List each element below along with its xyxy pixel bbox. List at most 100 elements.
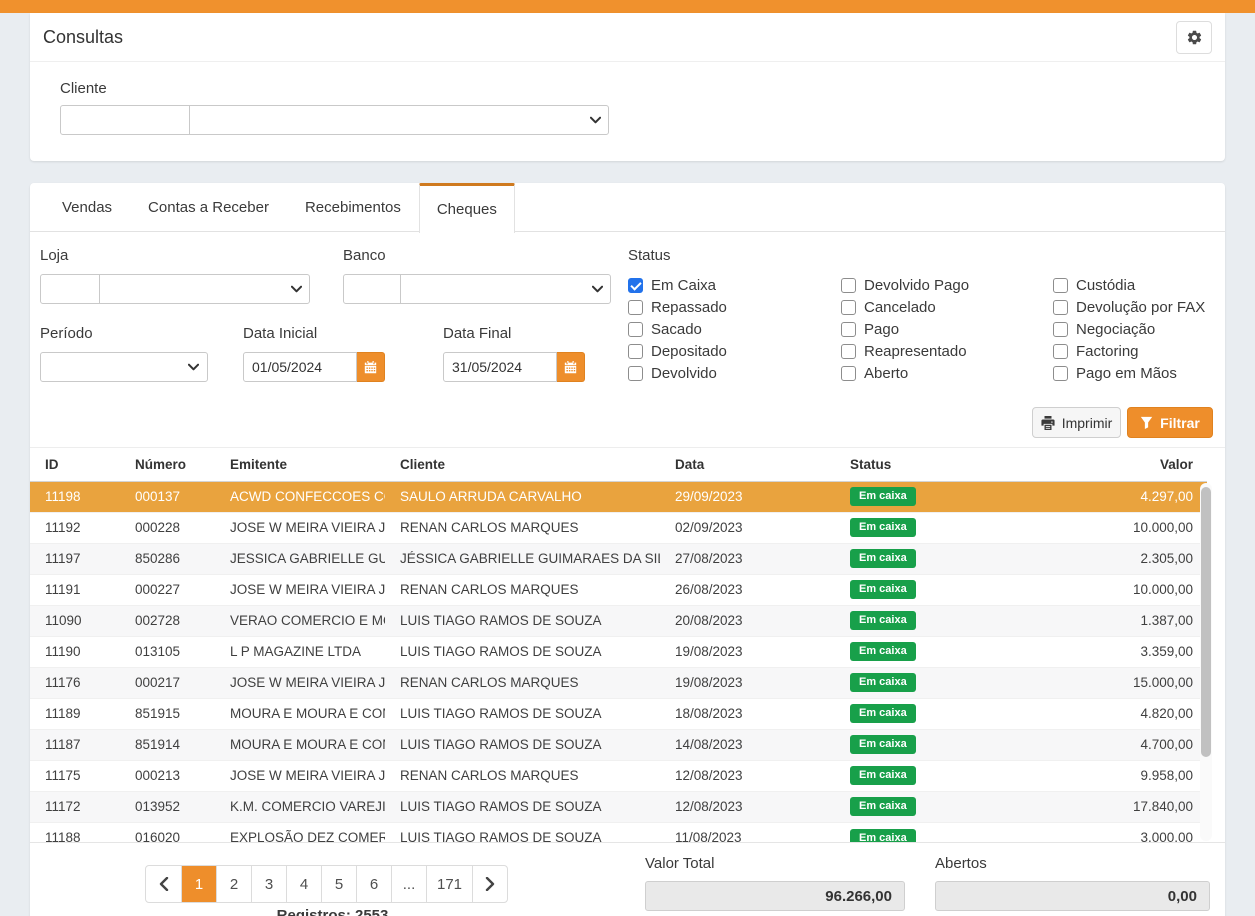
cliente-select[interactable]	[189, 105, 609, 135]
table-row[interactable]: 11175000213JOSE W MEIRA VIEIRA JUNIORREN…	[30, 760, 1207, 791]
cliente-code-input[interactable]	[60, 105, 190, 135]
gear-icon	[1186, 29, 1203, 46]
status-option-devolvido[interactable]: Devolvido	[628, 362, 841, 384]
checkbox-checked-icon[interactable]	[628, 278, 643, 293]
cell-valor: 17.840,00	[965, 791, 1207, 822]
pagination-page-3[interactable]: 3	[251, 866, 286, 902]
settings-button[interactable]	[1176, 21, 1212, 54]
status-badge: Em caixa	[850, 487, 916, 505]
status-option-repassado[interactable]: Repassado	[628, 296, 841, 318]
checkbox-icon[interactable]	[1053, 322, 1068, 337]
tab-label: Recebimentos	[305, 199, 401, 216]
loja-select[interactable]	[99, 274, 310, 304]
table-row[interactable]: 11189851915MOURA E MOURA E COM VA…LUIS T…	[30, 698, 1207, 729]
data-final-label: Data Final	[443, 325, 511, 342]
tab-cheques[interactable]: Cheques	[419, 183, 515, 233]
checkbox-icon[interactable]	[841, 366, 856, 381]
status-option-label: Devolvido Pago	[864, 277, 969, 294]
status-badge: Em caixa	[850, 704, 916, 722]
cell-emitente: MOURA E MOURA E COM VA…	[215, 698, 385, 729]
checkbox-icon[interactable]	[1053, 300, 1068, 315]
filtrar-button[interactable]: Filtrar	[1127, 407, 1213, 438]
abertos-value: 0,00	[935, 881, 1210, 911]
tab-bar: VendasContas a Receber Recebimentos Cheque…	[30, 183, 1225, 232]
main-panel: VendasContas a Receber Recebimentos Cheque…	[30, 183, 1225, 916]
cell-data: 02/09/2023	[660, 512, 835, 543]
data-final-calendar-button[interactable]	[557, 352, 585, 382]
pagination-page-5[interactable]: 5	[321, 866, 356, 902]
status-option-negociacao[interactable]: Negociação	[1053, 318, 1243, 340]
status-option-custodia[interactable]: Custódia	[1053, 274, 1243, 296]
status-option-devolvido-pago[interactable]: Devolvido Pago	[841, 274, 1053, 296]
table-row[interactable]: 11190013105L P MAGAZINE LTDALUIS TIAGO R…	[30, 636, 1207, 667]
pagination-prev-button[interactable]	[146, 866, 181, 902]
table-row[interactable]: 11187851914MOURA E MOURA E COM VA…LUIS T…	[30, 729, 1207, 760]
status-option-devolucao-por-fax[interactable]: Devolução por FAX	[1053, 296, 1243, 318]
table-row[interactable]: 11172013952K.M. COMERCIO VAREJISTA …LUIS…	[30, 791, 1207, 822]
top-accent-bar	[0, 0, 1255, 13]
table-row[interactable]: 11197850286JESSICA GABRIELLE GUIMA…JÉSSI…	[30, 543, 1207, 574]
status-option-sacado[interactable]: Sacado	[628, 318, 841, 340]
status-option-pago[interactable]: Pago	[841, 318, 1053, 340]
checkbox-icon[interactable]	[628, 366, 643, 381]
pagination-page-6[interactable]: 6	[356, 866, 391, 902]
cell-id: 11175	[30, 760, 120, 791]
pagination-page-1[interactable]: 1	[181, 866, 216, 902]
page-number: 5	[335, 876, 343, 893]
checkbox-icon[interactable]	[628, 322, 643, 337]
status-option-label: Pago em Mãos	[1076, 365, 1177, 382]
table-row[interactable]: 11188016020EXPLOSÃO DEZ COMERCIO…LUIS TI…	[30, 822, 1207, 842]
checkbox-icon[interactable]	[1053, 344, 1068, 359]
cell-valor: 9.958,00	[965, 760, 1207, 791]
data-inicial-input[interactable]	[243, 352, 357, 382]
tab-recebimentos[interactable]: Recebimentos	[287, 183, 419, 231]
pagination-next-button[interactable]	[472, 866, 507, 902]
table-scrollbar-track[interactable]	[1200, 483, 1212, 841]
data-final-input[interactable]	[443, 352, 557, 382]
table-row[interactable]: 11191000227JOSE W MEIRA VIEIRA JUNIORREN…	[30, 574, 1207, 605]
tab-contas-a-receber[interactable]: Contas a Receber	[130, 183, 287, 231]
registros-count: Registros: 2553	[145, 907, 520, 916]
checkbox-icon[interactable]	[628, 300, 643, 315]
table-row[interactable]: 11176000217JOSE W MEIRA VIEIRA JUNIORREN…	[30, 667, 1207, 698]
status-option-cancelado[interactable]: Cancelado	[841, 296, 1053, 318]
banco-code-input[interactable]	[343, 274, 401, 304]
table-row-selected[interactable]: 11198000137ACWD CONFECCOES COMER…SAULO A…	[30, 481, 1207, 512]
checkbox-icon[interactable]	[1053, 278, 1068, 293]
status-option-em-caixa[interactable]: Em Caixa	[628, 274, 841, 296]
checkbox-icon[interactable]	[841, 344, 856, 359]
imprimir-button[interactable]: Imprimir	[1032, 407, 1121, 438]
pagination-page-2[interactable]: 2	[216, 866, 251, 902]
column-header-data: Data	[660, 448, 835, 481]
tab-vendas[interactable]: Vendas	[44, 183, 130, 231]
status-option-depositado[interactable]: Depositado	[628, 340, 841, 362]
checkbox-icon[interactable]	[628, 344, 643, 359]
pagination-page-4[interactable]: 4	[286, 866, 321, 902]
table-row[interactable]: 11192000228JOSE W MEIRA VIEIRA JUNIORREN…	[30, 512, 1207, 543]
column-header-emitente: Emitente	[215, 448, 385, 481]
loja-code-input[interactable]	[40, 274, 100, 304]
checkbox-icon[interactable]	[841, 300, 856, 315]
status-option-reapresentado[interactable]: Reapresentado	[841, 340, 1053, 362]
data-inicial-calendar-button[interactable]	[357, 352, 385, 382]
banco-select[interactable]	[400, 274, 611, 304]
pagination-ellipsis[interactable]: ...	[391, 866, 426, 902]
column-header-status: Status	[835, 448, 965, 481]
table-scrollbar-thumb[interactable]	[1201, 487, 1211, 757]
checkbox-icon[interactable]	[841, 322, 856, 337]
cell-valor: 4.700,00	[965, 729, 1207, 760]
cell-numero: 013105	[120, 636, 215, 667]
cell-cliente: LUIS TIAGO RAMOS DE SOUZA	[385, 822, 660, 842]
status-option-pago-em-maos[interactable]: Pago em Mãos	[1053, 362, 1243, 384]
status-option-factoring[interactable]: Factoring	[1053, 340, 1243, 362]
pagination-page-171[interactable]: 171	[426, 866, 472, 902]
cell-numero: 002728	[120, 605, 215, 636]
cell-emitente: MOURA E MOURA E COM VA…	[215, 729, 385, 760]
status-badge: Em caixa	[850, 829, 916, 842]
table-row[interactable]: 11090002728VERAO COMERCIO E MODAS…LUIS T…	[30, 605, 1207, 636]
checkbox-icon[interactable]	[1053, 366, 1068, 381]
periodo-select[interactable]	[40, 352, 208, 382]
status-option-aberto[interactable]: Aberto	[841, 362, 1053, 384]
periodo-label: Período	[40, 325, 93, 342]
checkbox-icon[interactable]	[841, 278, 856, 293]
